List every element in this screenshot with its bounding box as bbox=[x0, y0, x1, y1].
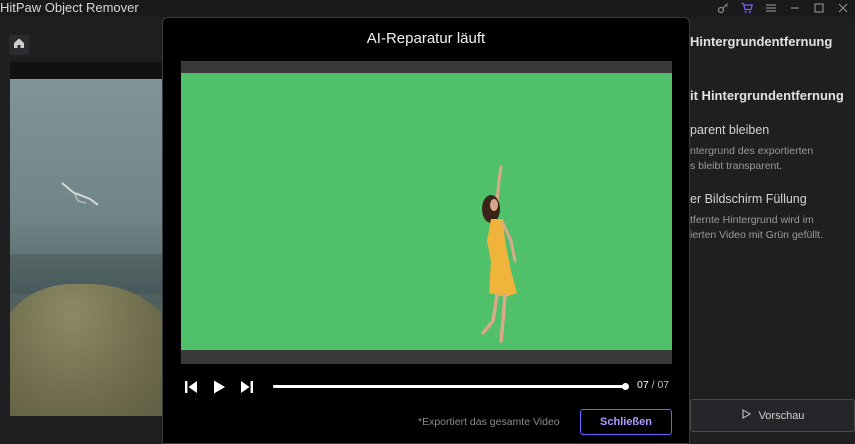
previous-frame-button[interactable] bbox=[183, 379, 199, 395]
home-button[interactable] bbox=[9, 35, 29, 55]
source-video-thumbnail bbox=[10, 79, 163, 416]
menu-icon[interactable] bbox=[765, 2, 777, 14]
seagull-graphic bbox=[61, 182, 99, 206]
green-screen-video bbox=[181, 73, 672, 350]
app-window: HitPaw Object Remover Hintergrundentfern… bbox=[0, 0, 855, 444]
option-transparent-desc-line1: ntergrund des exportierten bbox=[690, 145, 814, 157]
close-icon[interactable] bbox=[837, 2, 849, 14]
dialog-title: AI-Reparatur läuft bbox=[366, 30, 486, 47]
progress-handle[interactable] bbox=[622, 383, 629, 390]
frame-current: 07 bbox=[637, 379, 649, 391]
close-button[interactable]: Schließen bbox=[580, 409, 672, 435]
preview-label: Vorschau bbox=[758, 409, 805, 422]
play-button[interactable] bbox=[211, 379, 227, 395]
maximize-icon[interactable] bbox=[813, 2, 825, 14]
title-bar: HitPaw Object Remover bbox=[0, 0, 855, 17]
progress-fill bbox=[273, 383, 629, 390]
frame-total: 07 bbox=[657, 379, 670, 391]
next-frame-button[interactable] bbox=[239, 379, 255, 395]
frame-separator: / bbox=[651, 379, 655, 391]
playback-controls: 07 / 07 bbox=[181, 376, 672, 398]
option-transparent-desc-line2: s bleibt transparent. bbox=[690, 160, 783, 172]
video-player bbox=[181, 61, 672, 364]
option-green-fill-desc-line2: ierten Video mit Grün gefüllt. bbox=[690, 229, 823, 241]
minimize-icon[interactable] bbox=[789, 2, 801, 14]
frame-counter: 07 / 07 bbox=[637, 379, 669, 391]
home-icon bbox=[13, 36, 25, 54]
option-green-fill-title[interactable]: er Bildschirm Füllung bbox=[690, 192, 807, 206]
dune-area bbox=[10, 284, 163, 416]
option-transparent-title[interactable]: parent bleiben bbox=[690, 123, 769, 137]
cart-icon[interactable] bbox=[741, 2, 753, 14]
panel-subheading: it Hintergrundentfernung bbox=[690, 88, 844, 103]
app-title: HitPaw Object Remover bbox=[0, 0, 139, 15]
dancing-woman-figure bbox=[481, 165, 517, 343]
export-note: *Exportiert das gesamte Video bbox=[418, 416, 560, 428]
play-outline-icon bbox=[741, 409, 751, 422]
key-icon[interactable] bbox=[717, 2, 729, 14]
window-controls bbox=[717, 0, 849, 15]
step-back-icon bbox=[185, 381, 197, 393]
ai-repair-dialog: AI-Reparatur läuft 07 / 07 *Exportiert d… bbox=[162, 17, 690, 444]
panel-heading: Hintergrundentfernung bbox=[690, 34, 833, 49]
progress-bar[interactable] bbox=[273, 383, 629, 390]
option-green-fill-desc-line1: tfernte Hintergrund wird im bbox=[690, 214, 814, 226]
play-icon bbox=[214, 380, 225, 394]
step-forward-icon bbox=[241, 381, 253, 393]
settings-panel: Hintergrundentfernung it Hintergrundentf… bbox=[690, 17, 855, 444]
preview-button[interactable]: Vorschau bbox=[690, 399, 855, 432]
